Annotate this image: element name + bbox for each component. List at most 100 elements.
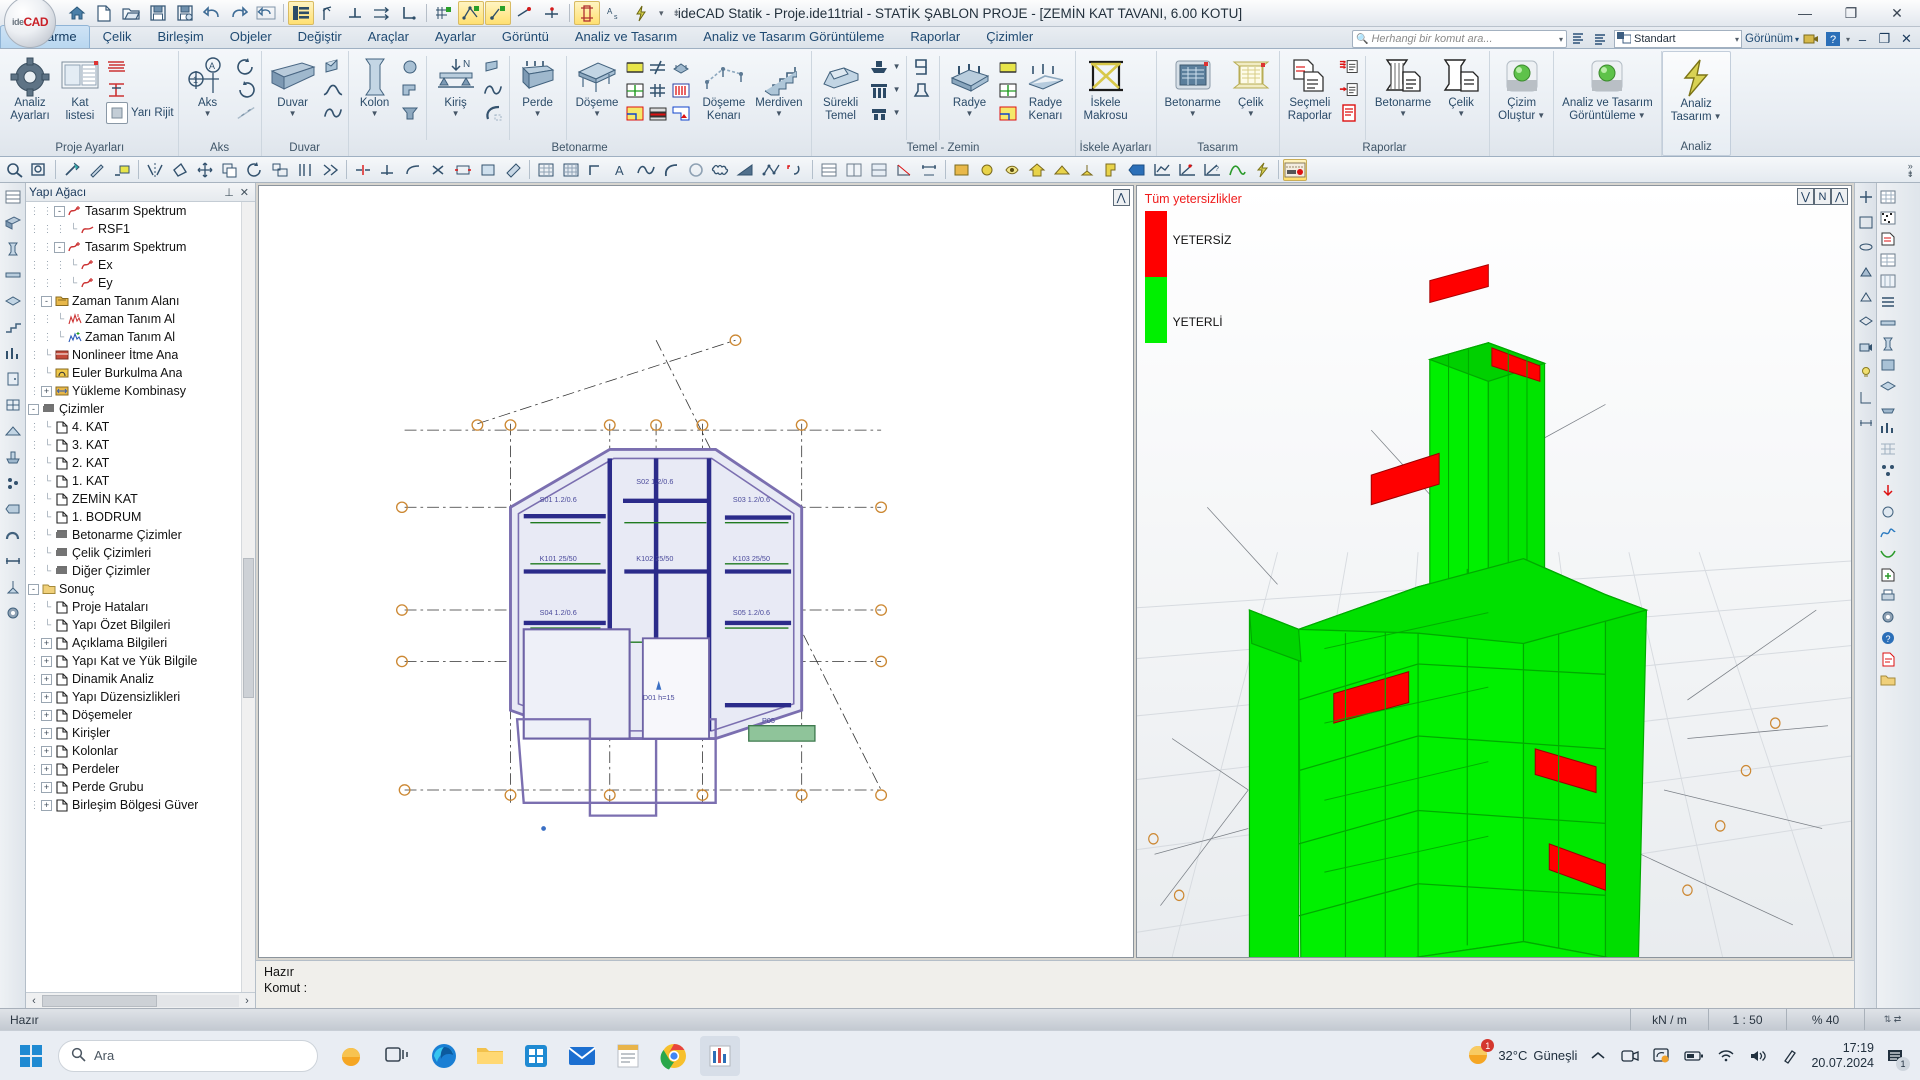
tree-node[interactable]: ⋮ ⋮ - Tasarım Spektrum bbox=[26, 202, 255, 220]
pile-icon[interactable] bbox=[868, 79, 890, 101]
cloud-icon[interactable] bbox=[709, 159, 733, 181]
rail-beam-icon[interactable] bbox=[2, 264, 24, 286]
screen-share-icon[interactable] bbox=[1651, 1045, 1673, 1067]
slab-steps-icon[interactable] bbox=[647, 102, 669, 124]
mirror-icon[interactable] bbox=[143, 159, 167, 181]
chrome-icon[interactable] bbox=[654, 1036, 694, 1076]
house-yellow-icon[interactable] bbox=[1025, 159, 1049, 181]
isolate-icon[interactable] bbox=[975, 159, 999, 181]
revert-icon[interactable] bbox=[253, 1, 279, 25]
r2-wall-result-icon[interactable] bbox=[1877, 354, 1899, 375]
tree-expander[interactable]: + bbox=[41, 385, 52, 397]
tree-expander[interactable]: + bbox=[41, 799, 52, 811]
camera-icon[interactable] bbox=[1619, 1045, 1641, 1067]
tree-expander[interactable]: + bbox=[41, 745, 52, 757]
r2-grid-icon[interactable] bbox=[1877, 186, 1899, 207]
save-as-icon[interactable] bbox=[172, 1, 198, 25]
rail-level-icon[interactable] bbox=[2, 576, 24, 598]
r1-camera-icon[interactable] bbox=[1855, 336, 1877, 358]
volume-icon[interactable] bbox=[1747, 1045, 1769, 1067]
grid-toggle-icon[interactable] bbox=[534, 159, 558, 181]
tree-node[interactable]: ⋮ - Zaman Tanım Alanı bbox=[26, 292, 255, 310]
tree-node[interactable]: ⋮ └ ZEMİN KAT bbox=[26, 490, 255, 508]
trim-icon[interactable] bbox=[351, 159, 375, 181]
duvar-button[interactable]: Duvar ▼ bbox=[266, 54, 320, 120]
dim-style-icon[interactable] bbox=[1592, 30, 1611, 48]
taskview-icon[interactable] bbox=[378, 1036, 418, 1076]
r1-measure-icon[interactable] bbox=[1855, 411, 1877, 433]
tab-birlesim[interactable]: Birleşim bbox=[145, 25, 217, 48]
add-node-icon[interactable] bbox=[784, 159, 808, 181]
array-icon[interactable] bbox=[318, 159, 342, 181]
filter-badge-icon[interactable]: ⋁ bbox=[1797, 188, 1814, 205]
raft-highlight-icon[interactable] bbox=[997, 56, 1019, 78]
tasarim-betonarme-button[interactable]: Betonarme ▼ bbox=[1161, 54, 1225, 120]
kolon-caret-icon[interactable]: ▼ bbox=[371, 109, 379, 118]
battery-icon[interactable] bbox=[1683, 1045, 1705, 1067]
tree-node[interactable]: ⋮ + Döşemeler bbox=[26, 706, 255, 724]
aks-caret-icon[interactable]: ▼ bbox=[204, 109, 212, 118]
single-footing-caret-icon[interactable]: ▼ bbox=[893, 63, 901, 71]
beam-arc-icon[interactable] bbox=[482, 102, 504, 124]
tree-node[interactable]: ⋮ └ 4. KAT bbox=[26, 418, 255, 436]
perde-button[interactable]: Perde ▼ bbox=[515, 54, 561, 120]
tree-expander[interactable]: + bbox=[41, 727, 52, 739]
pin-icon[interactable]: ⊥ bbox=[221, 186, 237, 199]
restore-button[interactable]: ❐ bbox=[1828, 0, 1874, 27]
tab-ayarlar[interactable]: Ayarlar bbox=[422, 25, 489, 48]
graph-p-icon[interactable] bbox=[1175, 159, 1199, 181]
analiz-tasarim-goruntuleme-caret-icon[interactable]: ▼ bbox=[1638, 111, 1646, 120]
report-doc-icon[interactable] bbox=[1338, 102, 1360, 124]
scroll-right-button[interactable]: › bbox=[239, 995, 255, 1007]
r2-column-table-icon[interactable] bbox=[1877, 270, 1899, 291]
pick-icon[interactable] bbox=[85, 159, 109, 181]
tree-node[interactable]: ⋮ ⋮ └ Zaman Tanım Al bbox=[26, 328, 255, 346]
slab-3d-icon[interactable] bbox=[670, 56, 692, 78]
tree-node[interactable]: ⋮ └ Çelik Çizimleri bbox=[26, 544, 255, 562]
close-button[interactable]: ✕ bbox=[1874, 0, 1920, 27]
camera-view-icon[interactable] bbox=[1802, 30, 1821, 48]
undo-icon[interactable] bbox=[199, 1, 225, 25]
r2-folder-icon[interactable] bbox=[1877, 669, 1899, 690]
axis-rotate-cw-icon[interactable] bbox=[235, 56, 257, 78]
text-style-icon[interactable] bbox=[1570, 30, 1589, 48]
style-combo[interactable]: Standart ▾ bbox=[1614, 30, 1743, 48]
support-icon[interactable] bbox=[1075, 159, 1099, 181]
notification-icon[interactable]: 1 bbox=[1884, 1045, 1910, 1071]
rail-chart-icon[interactable] bbox=[2, 342, 24, 364]
offset-icon[interactable] bbox=[293, 159, 317, 181]
snap-point-icon[interactable] bbox=[485, 1, 511, 25]
rebar-icon[interactable] bbox=[574, 1, 600, 25]
raporlar-betonarme-button[interactable]: Betonarme ▼ bbox=[1371, 54, 1435, 120]
arc-icon[interactable] bbox=[659, 159, 683, 181]
tree-node[interactable]: ⋮ + Birleşim Bölgesi Güver bbox=[26, 796, 255, 814]
r2-found-result-icon[interactable] bbox=[1877, 396, 1899, 417]
tree-expander[interactable]: - bbox=[54, 205, 65, 217]
tree-node[interactable]: - Sonuç bbox=[26, 580, 255, 598]
wifi-icon[interactable] bbox=[1715, 1045, 1737, 1067]
radye-button[interactable]: Radye ▼ bbox=[945, 54, 995, 120]
layer-manager-icon[interactable] bbox=[288, 1, 314, 25]
chevron-down-icon[interactable]: ▾ bbox=[1735, 35, 1739, 44]
home-icon[interactable] bbox=[64, 1, 90, 25]
redo-icon[interactable] bbox=[226, 1, 252, 25]
view-combo[interactable]: Görünüm ▾ bbox=[1745, 33, 1799, 45]
tree-node[interactable]: ⋮ + Kirişler bbox=[26, 724, 255, 742]
tree-horizontal-scrollbar[interactable]: ‹ › bbox=[26, 992, 255, 1008]
wall-spline-icon[interactable] bbox=[322, 102, 344, 124]
radye-caret-icon[interactable]: ▼ bbox=[966, 109, 974, 118]
grid-snap-icon[interactable] bbox=[431, 1, 457, 25]
mail-icon[interactable] bbox=[562, 1036, 602, 1076]
rail-stairs-icon[interactable] bbox=[2, 316, 24, 338]
plan-view[interactable]: ⋀ S01 1.2/0.6 S02 1.2/0.6 S03 1.2/0.6 K1… bbox=[258, 185, 1134, 958]
tree-node[interactable]: ⋮ ⋮ ⋮ └ Ey bbox=[26, 274, 255, 292]
roof-icon[interactable] bbox=[1050, 159, 1074, 181]
weather-indicator[interactable]: 1 32°C Güneşli bbox=[1466, 1039, 1577, 1070]
r1-section-icon[interactable] bbox=[1855, 386, 1877, 408]
tab-celik[interactable]: Çelik bbox=[90, 25, 145, 48]
aks-button[interactable]: A1 Aks ▼ bbox=[183, 54, 233, 120]
tree-expander[interactable]: - bbox=[28, 583, 39, 595]
ribbon-close-icon[interactable]: ✕ bbox=[1897, 30, 1916, 48]
beam-spline-icon[interactable] bbox=[482, 79, 504, 101]
footing-step-icon[interactable] bbox=[912, 56, 934, 78]
